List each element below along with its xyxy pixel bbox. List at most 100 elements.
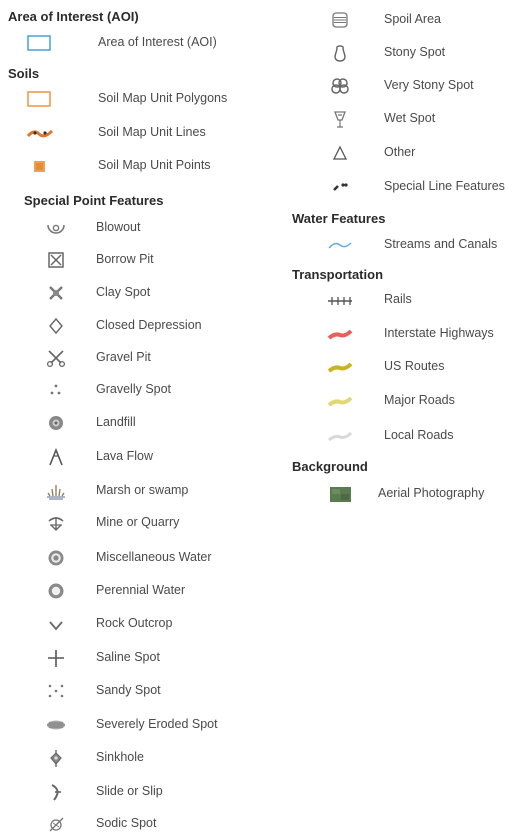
legend-item-misc-water: Miscellaneous Water	[0, 548, 270, 568]
aerial-photo-icon	[326, 484, 354, 504]
eroded-spot-icon	[42, 715, 70, 735]
legend-item-closed-depression: Closed Depression	[0, 316, 270, 336]
legend-label: Sinkhole	[96, 750, 144, 764]
blowout-icon	[42, 218, 70, 238]
legend-label: Rock Outcrop	[96, 616, 173, 630]
aoi-polygon-icon	[26, 33, 54, 53]
local-roads-icon	[326, 426, 354, 446]
legend-label: Soil Map Unit Lines	[98, 125, 206, 139]
legend-label: Soil Map Unit Points	[98, 158, 211, 172]
legend-label: Stony Spot	[384, 45, 446, 59]
legend-label: Saline Spot	[96, 650, 160, 664]
saline-spot-icon	[42, 648, 70, 668]
rails-icon	[326, 290, 354, 310]
stream-icon	[326, 235, 354, 255]
legend-item-gravelly-spot: Gravelly Spot	[0, 380, 270, 400]
legend-label: Wet Spot	[384, 111, 436, 125]
rock-outcrop-icon	[42, 614, 70, 634]
spoil-area-icon	[326, 10, 354, 30]
lava-flow-icon	[42, 447, 70, 467]
legend-item-rock-outcrop: Rock Outcrop	[0, 614, 270, 634]
legend-label: Rails	[384, 292, 412, 306]
legend-label: Perennial Water	[96, 583, 186, 597]
legend-item-special-line: Special Line Features	[300, 177, 527, 197]
legend-label: Gravel Pit	[96, 350, 151, 364]
legend-item-spoil-area: Spoil Area	[300, 10, 527, 30]
legend-label: Spoil Area	[384, 12, 441, 26]
legend-item-other: Other	[300, 143, 527, 163]
heading-special-points: Special Point Features	[24, 193, 164, 208]
legend-item-saline-spot: Saline Spot	[0, 648, 270, 668]
legend-label: Marsh or swamp	[96, 483, 189, 497]
legend-item-interstate: Interstate Highways	[300, 324, 527, 344]
legend-item-soil-lines: Soil Map Unit Lines	[0, 123, 270, 143]
legend-label: Major Roads	[384, 393, 455, 407]
legend-label: Miscellaneous Water	[96, 550, 212, 564]
legend-item-very-stony-spot: Very Stony Spot	[300, 76, 527, 96]
borrow-pit-icon	[42, 250, 70, 270]
legend-item-lava-flow: Lava Flow	[0, 447, 270, 467]
us-routes-icon	[326, 357, 354, 377]
legend-item-sinkhole: Sinkhole	[0, 748, 270, 768]
legend-label: Area of Interest (AOI)	[98, 35, 217, 49]
legend-item-blowout: Blowout	[0, 218, 270, 238]
legend-item-aerial-photography: Aerial Photography	[300, 484, 527, 504]
legend-label: Landfill	[96, 415, 136, 429]
misc-water-icon	[42, 548, 70, 568]
legend-label: Special Line Features	[384, 179, 505, 193]
gravelly-spot-icon	[42, 380, 70, 400]
legend-item-aoi: Area of Interest (AOI)	[0, 33, 270, 53]
legend-item-borrow-pit: Borrow Pit	[0, 250, 270, 270]
legend-label: Sodic Spot	[96, 816, 157, 830]
soil-point-icon	[26, 156, 54, 176]
legend-label: Other	[384, 145, 416, 159]
legend-item-local-roads: Local Roads	[300, 426, 527, 446]
wet-spot-icon	[326, 109, 354, 129]
legend-label: Severely Eroded Spot	[96, 717, 218, 731]
sodic-spot-icon	[42, 814, 70, 834]
legend-label: Closed Depression	[96, 318, 202, 332]
legend-label: Blowout	[96, 220, 141, 234]
legend-label: Soil Map Unit Polygons	[98, 91, 228, 105]
sinkhole-icon	[42, 748, 70, 768]
interstate-icon	[326, 324, 354, 344]
perennial-water-icon	[42, 581, 70, 601]
landfill-icon	[42, 413, 70, 433]
heading-water: Water Features	[292, 211, 386, 226]
legend-item-clay-spot: Clay Spot	[0, 283, 270, 303]
legend-item-wet-spot: Wet Spot	[300, 109, 527, 129]
legend-label: Mine or Quarry	[96, 515, 180, 529]
legend-item-eroded-spot: Severely Eroded Spot	[0, 715, 270, 735]
closed-depression-icon	[42, 316, 70, 336]
clay-spot-icon	[42, 283, 70, 303]
gravel-pit-icon	[42, 348, 70, 368]
legend-item-landfill: Landfill	[0, 413, 270, 433]
legend-item-rails: Rails	[300, 290, 527, 310]
legend-label: Very Stony Spot	[384, 78, 474, 92]
marsh-icon	[42, 481, 70, 501]
legend-item-gravel-pit: Gravel Pit	[0, 348, 270, 368]
legend-item-mine-quarry: Mine or Quarry	[0, 513, 270, 533]
soil-polygon-icon	[26, 89, 54, 109]
legend-label: Sandy Spot	[96, 683, 161, 697]
heading-soils: Soils	[8, 66, 40, 81]
legend-item-soil-polygons: Soil Map Unit Polygons	[0, 89, 270, 109]
legend-item-major-roads: Major Roads	[300, 391, 527, 411]
heading-background: Background	[292, 459, 368, 474]
legend-label: Gravelly Spot	[96, 382, 172, 396]
major-roads-icon	[326, 391, 354, 411]
legend-label: US Routes	[384, 359, 445, 373]
legend-item-sandy-spot: Sandy Spot	[0, 681, 270, 701]
legend-label: Interstate Highways	[384, 326, 494, 340]
legend-item-sodic-spot: Sodic Spot	[0, 814, 270, 834]
heading-aoi: Area of Interest (AOI)	[8, 9, 139, 24]
legend-item-perennial-water: Perennial Water	[0, 581, 270, 601]
legend-label: Lava Flow	[96, 449, 153, 463]
legend-item-stony-spot: Stony Spot	[300, 43, 527, 63]
stony-spot-icon	[326, 43, 354, 63]
soil-line-icon	[26, 123, 54, 143]
legend-label: Slide or Slip	[96, 784, 163, 798]
legend-item-marsh: Marsh or swamp	[0, 481, 270, 501]
legend-item-streams: Streams and Canals	[300, 235, 527, 255]
special-line-icon	[326, 177, 354, 197]
